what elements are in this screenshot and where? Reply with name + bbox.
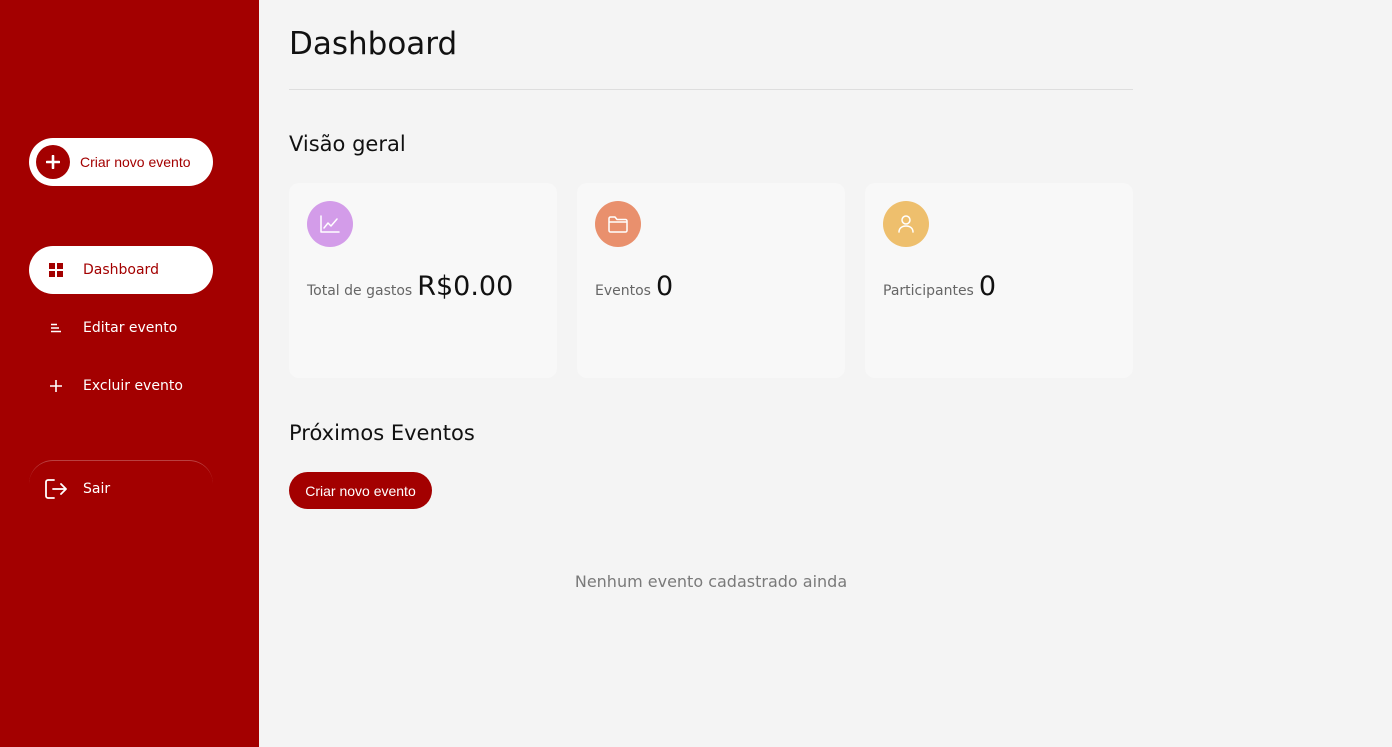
user-icon [883, 201, 929, 247]
plus-icon [36, 145, 70, 179]
card-label: Participantes [883, 283, 974, 299]
sidebar-item-label: Dashboard [83, 262, 159, 278]
create-event-button-secondary[interactable]: Criar novo evento [289, 472, 432, 509]
divider [289, 89, 1133, 90]
card-label: Total de gastos [307, 283, 413, 299]
list-icon [48, 320, 64, 336]
expenses-card: Total de gastos R$0.00 [289, 183, 557, 378]
chart-icon [307, 201, 353, 247]
events-card: Eventos 0 [577, 183, 845, 378]
folder-icon [595, 201, 641, 247]
grid-icon [48, 262, 64, 278]
sidebar-item-label: Excluir evento [83, 378, 183, 394]
plus-icon [48, 378, 64, 394]
logout-button[interactable]: Sair [29, 460, 213, 516]
card-value: 0 [655, 271, 674, 302]
upcoming-events-title: Próximos Eventos [289, 421, 475, 445]
participants-card: Participantes 0 [865, 183, 1133, 378]
create-event-button[interactable]: Criar novo evento [29, 138, 213, 186]
card-label: Eventos [595, 283, 651, 299]
sidebar-item-delete-event[interactable]: Excluir evento [29, 362, 213, 410]
sidebar-item-dashboard[interactable]: Dashboard [29, 246, 213, 294]
empty-events-message: Nenhum evento cadastrado ainda [574, 572, 848, 591]
card-value: R$0.00 [417, 271, 514, 302]
logout-label: Sair [83, 480, 111, 497]
overview-title: Visão geral [289, 132, 406, 156]
sidebar: Criar novo evento Dashboard Editar event… [0, 0, 259, 747]
sidebar-item-edit-event[interactable]: Editar evento [29, 304, 213, 352]
card-value: 0 [978, 271, 997, 302]
logout-icon [45, 478, 67, 500]
page-title: Dashboard [289, 26, 458, 62]
sidebar-item-label: Editar evento [83, 320, 178, 336]
create-event-label: Criar novo evento [80, 154, 191, 170]
